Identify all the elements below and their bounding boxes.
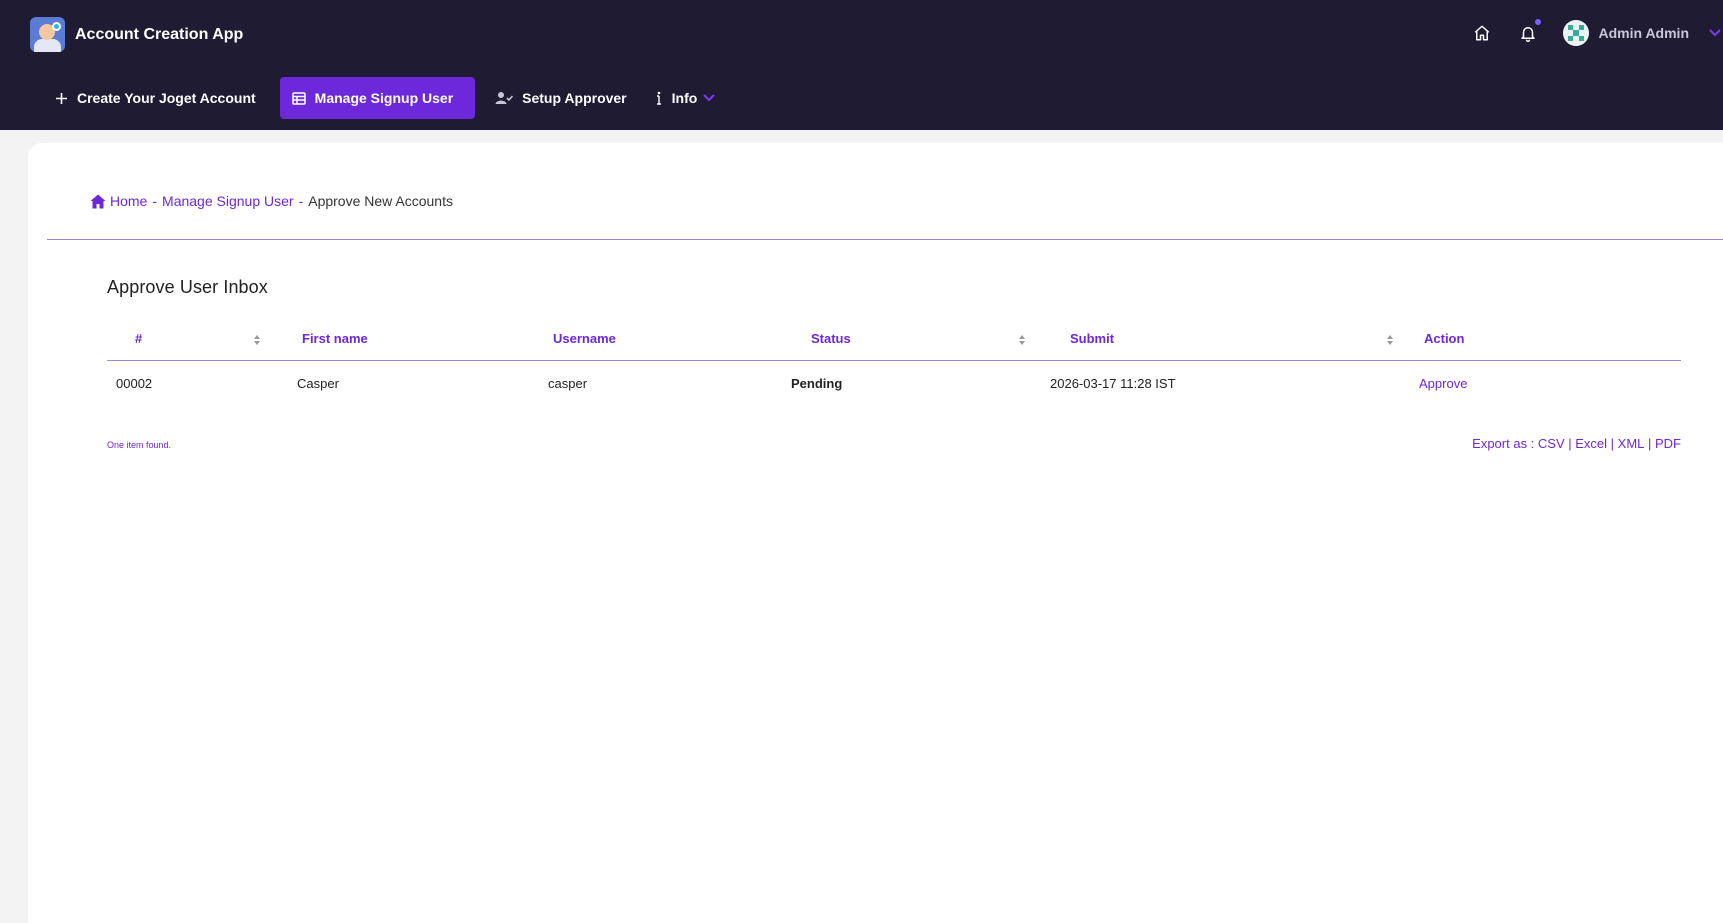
top-header: Account Creation App Admin Admin Create …	[0, 0, 1723, 130]
cell-status: Pending	[791, 376, 843, 391]
nav-item-create-account[interactable]: Create Your Joget Account	[43, 77, 268, 119]
breadcrumb-separator: -	[152, 193, 158, 209]
cell-id: 00002	[116, 376, 153, 391]
info-icon	[655, 91, 663, 105]
app-title: Account Creation App	[75, 25, 244, 43]
divider	[47, 239, 1723, 240]
nav-item-label: Create Your Joget Account	[77, 90, 256, 106]
chevron-down-icon	[703, 94, 716, 102]
breadcrumb: Home - Manage Signup User - Approve New …	[90, 193, 453, 209]
item-count: One item found.	[107, 440, 172, 450]
cell-submit: 2026-03-17 11:28 IST	[1050, 376, 1176, 391]
table-footer: One item found. Export as : CSV | Excel …	[107, 436, 1681, 454]
export-separator: |	[1564, 436, 1576, 451]
export-csv-link[interactable]: CSV	[1538, 436, 1565, 451]
content-card: Home - Manage Signup User - Approve New …	[28, 143, 1723, 923]
table-icon	[291, 91, 306, 105]
export-label: Export as :	[1472, 436, 1538, 451]
nav-item-manage-signup-user[interactable]: Manage Signup User	[279, 77, 476, 119]
column-header-action: Action	[1424, 331, 1465, 346]
app-brand[interactable]: Account Creation App	[30, 17, 243, 52]
notification-dot	[1534, 19, 1541, 25]
home-icon[interactable]	[1467, 18, 1497, 48]
export-excel-link[interactable]: Excel	[1575, 436, 1607, 451]
column-header-submit[interactable]: Submit	[1070, 331, 1114, 346]
sort-icon[interactable]	[253, 333, 261, 345]
nav-item-info[interactable]: Info	[643, 77, 728, 119]
nav-item-setup-approver[interactable]: Setup Approver	[483, 77, 639, 119]
user-name[interactable]: Admin Admin	[1599, 25, 1689, 41]
user-check-icon	[495, 91, 514, 105]
export-separator: |	[1607, 436, 1618, 451]
main-nav: Create Your Joget Account Manage Signup …	[43, 77, 731, 119]
cell-username: casper	[548, 376, 588, 391]
export-options: Export as : CSV | Excel | XML | PDF	[1472, 436, 1681, 451]
chevron-down-icon[interactable]	[1709, 24, 1721, 42]
header-actions: Admin Admin	[1467, 16, 1723, 50]
sort-icon[interactable]	[1018, 333, 1026, 345]
export-xml-link[interactable]: XML	[1618, 436, 1645, 451]
avatar[interactable]	[1562, 20, 1589, 46]
nav-item-label: Setup Approver	[522, 90, 627, 106]
breadcrumb-current: Approve New Accounts	[308, 193, 453, 209]
plus-icon	[55, 92, 68, 105]
home-icon[interactable]	[90, 194, 106, 209]
table-row: 00002 Casper casper Pending 2026-03-17 1…	[107, 361, 1681, 406]
app-logo	[30, 17, 65, 52]
cell-first-name: Casper	[297, 376, 339, 391]
column-header-status[interactable]: Status	[811, 331, 851, 346]
breadcrumb-parent-link[interactable]: Manage Signup User	[162, 193, 294, 209]
breadcrumb-separator: -	[298, 193, 304, 209]
nav-item-label: Manage Signup User	[314, 90, 454, 106]
nav-item-label: Info	[671, 90, 698, 106]
export-separator: |	[1644, 436, 1655, 451]
column-header-username[interactable]: Username	[553, 331, 616, 346]
inbox-table: # First name Username Status Submit Acti…	[107, 318, 1681, 406]
breadcrumb-home-link[interactable]: Home	[110, 193, 147, 209]
column-header-id[interactable]: #	[135, 331, 142, 346]
table-header: # First name Username Status Submit Acti…	[107, 318, 1681, 361]
export-pdf-link[interactable]: PDF	[1655, 436, 1681, 451]
sort-icon[interactable]	[1386, 333, 1394, 345]
bell-icon[interactable]	[1513, 18, 1543, 48]
column-header-first-name[interactable]: First name	[302, 331, 368, 346]
approve-link[interactable]: Approve	[1419, 376, 1467, 391]
page-title: Approve User Inbox	[107, 277, 268, 297]
